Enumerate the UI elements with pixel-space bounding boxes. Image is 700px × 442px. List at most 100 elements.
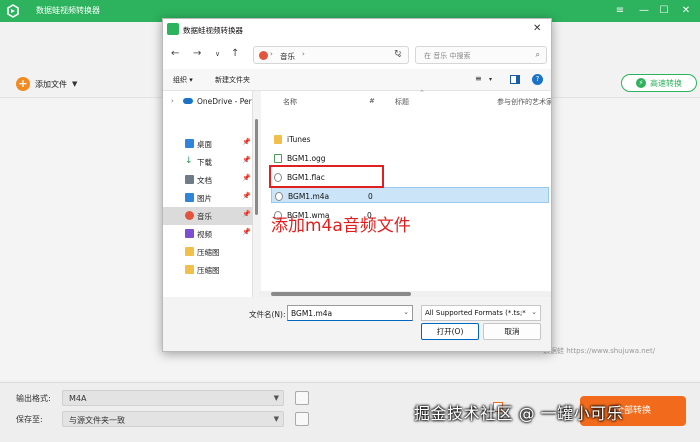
breadcrumb-separator: ›	[302, 50, 305, 58]
chevron-down-icon[interactable]: ⌄	[403, 308, 409, 316]
maximize-button[interactable]: ☐	[656, 3, 672, 19]
scrollbar-thumb[interactable]	[271, 292, 411, 296]
filename-label: 文件名(N):	[249, 310, 286, 319]
command-bar: 组织 ▾ 新建文件夹 ≡ ▾ ?	[163, 69, 551, 91]
nav-item-folder[interactable]: 压缩图	[163, 261, 253, 279]
annotation-text: 添加m4a音频文件	[271, 216, 411, 236]
preview-pane-icon[interactable]	[510, 75, 520, 84]
plus-icon: +	[16, 77, 30, 91]
music-icon	[185, 211, 194, 220]
view-options-icon[interactable]: ≡	[475, 74, 482, 83]
file-row-ogg[interactable]: BGM1.ogg	[271, 150, 549, 166]
add-file-label: 添加文件	[35, 79, 67, 89]
music-icon	[259, 51, 268, 60]
download-icon: ↓	[185, 156, 193, 166]
nav-item-videos[interactable]: 视频 📌	[163, 225, 253, 243]
minimize-button[interactable]: —	[636, 3, 652, 19]
up-arrow-icon[interactable]: ↑	[231, 48, 239, 59]
add-file-button[interactable]: + 添加文件 ▼	[16, 76, 77, 92]
overlay-watermark-text: 掘金技术社区 @ 一罐小可乐	[414, 404, 624, 423]
folder-icon[interactable]	[295, 412, 309, 426]
save-to-select[interactable]: 与源文件夹一致 ▼	[62, 411, 284, 427]
close-button[interactable]: ✕	[678, 3, 694, 19]
scrollbar-thumb[interactable]	[255, 119, 258, 215]
column-header-title[interactable]: 标题	[395, 97, 409, 107]
save-to-label: 保存至:	[16, 415, 43, 424]
new-folder-button[interactable]: 新建文件夹	[215, 75, 250, 85]
breadcrumb-location[interactable]: 音乐	[280, 51, 295, 62]
open-button[interactable]: 打开(O)	[421, 323, 479, 340]
navigation-row: ← → ∨ ↑ › 音乐 › ⌄ ↻ 在 音乐 中搜索 ⌕	[163, 41, 551, 69]
output-format-select[interactable]: M4A ▼	[62, 390, 284, 406]
chevron-down-icon: ▼	[273, 415, 279, 423]
chevron-right-icon[interactable]: ›	[171, 97, 174, 105]
chevron-down-icon[interactable]: ▼	[72, 80, 77, 88]
column-header-name[interactable]: 名称	[283, 97, 297, 107]
address-bar[interactable]: › 音乐 › ⌄	[253, 46, 409, 64]
cancel-button[interactable]: 取消	[483, 323, 541, 340]
format-settings-icon[interactable]	[295, 391, 309, 405]
nav-item-documents[interactable]: 文档 📌	[163, 171, 253, 189]
nav-item-label: 图片	[197, 194, 212, 203]
save-to-value: 与源文件夹一致	[69, 416, 125, 425]
video-icon	[185, 229, 194, 238]
app-title: 数据蛙视频转换器	[36, 6, 100, 15]
nav-item-label: 视频	[197, 230, 212, 239]
nav-pane-scrollbar[interactable]	[254, 97, 259, 293]
lightning-icon: ⚡	[636, 78, 646, 88]
folder-icon	[274, 135, 282, 144]
navigation-pane: › OneDrive - Per 桌面 📌 ↓ 下载 📌 文档 📌 图片 📌 音…	[163, 91, 253, 297]
nav-item-folder[interactable]: 压缩图	[163, 243, 253, 261]
chevron-down-icon[interactable]: ▾	[489, 76, 492, 83]
pin-icon: 📌	[242, 210, 251, 218]
audio-file-icon	[275, 192, 283, 201]
forward-arrow-icon[interactable]: →	[193, 48, 201, 59]
file-row-itunes[interactable]: iTunes	[271, 131, 549, 147]
file-type-select[interactable]: All Supported Formats (*.ts;* ⌄	[421, 305, 541, 321]
output-format-value: M4A	[69, 394, 87, 403]
search-box[interactable]: 在 音乐 中搜索 ⌕	[415, 46, 547, 64]
pin-icon: 📌	[242, 138, 251, 146]
organize-label: 组织	[173, 76, 187, 84]
highlight-box	[269, 165, 384, 188]
file-name: iTunes	[287, 135, 311, 144]
nav-item-label: 桌面	[197, 140, 212, 149]
chevron-down-icon: ▼	[273, 394, 279, 402]
document-icon	[185, 175, 194, 184]
file-row-m4a[interactable]: BGM1.m4a 0	[271, 187, 549, 203]
column-header-artists[interactable]: 参与创作的艺术家	[497, 97, 551, 107]
nav-item-onedrive[interactable]: › OneDrive - Per	[163, 93, 253, 111]
app-logo-icon	[7, 4, 19, 18]
search-input[interactable]: 在 音乐 中搜索	[424, 51, 470, 61]
output-format-label: 输出格式:	[16, 394, 51, 403]
sort-up-icon: ⌃	[419, 89, 425, 97]
back-arrow-icon[interactable]: ←	[171, 48, 179, 59]
column-header-number[interactable]: #	[369, 97, 375, 105]
folder-icon	[185, 265, 194, 274]
dialog-title: 数据蛙视频转换器	[183, 26, 243, 35]
close-icon[interactable]: ✕	[533, 23, 541, 34]
horizontal-scrollbar[interactable]	[259, 291, 551, 297]
recent-locations-icon[interactable]: ∨	[215, 50, 220, 58]
nav-item-music[interactable]: 音乐 📌	[163, 207, 253, 225]
nav-item-desktop[interactable]: 桌面 📌	[163, 135, 253, 153]
fast-convert-button[interactable]: ⚡ 高速转换	[621, 74, 697, 92]
help-icon[interactable]: ?	[532, 74, 543, 85]
watermark: 数据蛙 https://www.shujuwa.net/	[543, 347, 656, 355]
nav-item-label: 压缩图	[197, 248, 220, 257]
nav-item-label: OneDrive - Per	[197, 97, 252, 106]
filename-input[interactable]: BGM1.m4a ⌄	[287, 305, 413, 321]
nav-item-label: 文档	[197, 176, 212, 185]
filename-value: BGM1.m4a	[291, 309, 333, 318]
cloud-icon	[183, 98, 193, 104]
pin-icon: 📌	[242, 174, 251, 182]
picture-icon	[185, 193, 194, 202]
organize-menu[interactable]: 组织 ▾	[173, 75, 193, 85]
nav-item-downloads[interactable]: ↓ 下载 📌	[163, 153, 253, 171]
nav-item-label: 音乐	[197, 212, 212, 221]
refresh-icon[interactable]: ↻	[394, 49, 402, 59]
menu-icon[interactable]: ≡	[612, 3, 628, 19]
nav-item-pictures[interactable]: 图片 📌	[163, 189, 253, 207]
breadcrumb-separator: ›	[270, 50, 273, 58]
file-list-pane: ⌃ 名称 # 标题 参与创作的艺术家 iTunes BGM1.ogg BGM1.…	[261, 89, 551, 297]
